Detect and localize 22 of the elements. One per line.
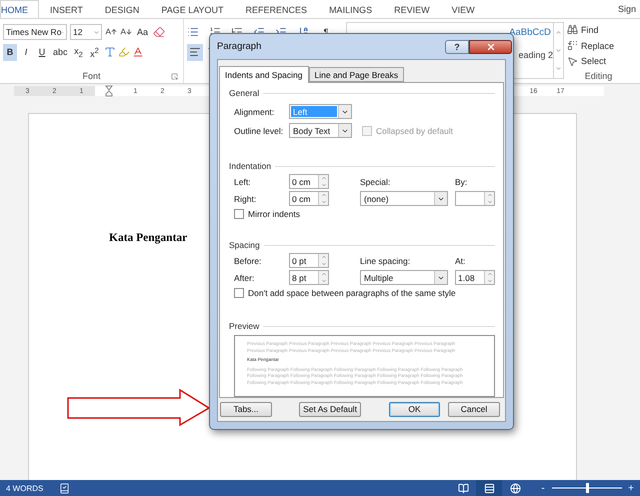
- section-title: Spacing: [229, 240, 260, 250]
- field-label: Outline level:: [234, 126, 284, 136]
- field-label: Left:: [234, 176, 252, 186]
- field-label: Right:: [234, 194, 258, 204]
- section-title: Preview: [229, 321, 260, 331]
- section-title: Indentation: [229, 161, 272, 171]
- checkbox-label: Collapsed by default: [376, 126, 454, 136]
- field-label: Before:: [234, 256, 262, 266]
- field-label: Line spacing:: [360, 256, 412, 266]
- section-title: General: [229, 88, 260, 98]
- field-label: By:: [455, 176, 468, 186]
- field-label: At:: [455, 256, 466, 266]
- dialog-title: Paragraph: [217, 41, 262, 52]
- group-label: Editing: [584, 71, 612, 82]
- field-label: Special:: [360, 176, 392, 186]
- style-name: eading 2: [518, 50, 553, 60]
- document-heading: Kata Pengantar: [109, 232, 188, 244]
- checkbox-label: Mirror indents: [248, 209, 300, 219]
- checkbox-label: Don't add space between paragraphs of the same style: [248, 288, 456, 298]
- group-label: Font: [82, 71, 100, 81]
- field-label: Alignment:: [234, 106, 276, 116]
- field-label: After:: [234, 272, 256, 282]
